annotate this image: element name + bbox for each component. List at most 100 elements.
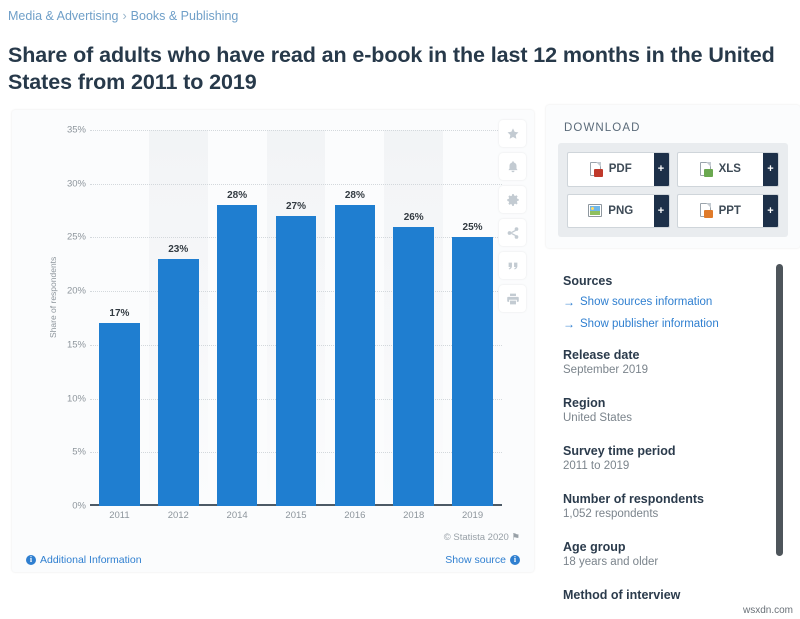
bar-value-label: 28% [344,190,365,202]
sources-field-1: Region United States [563,396,778,424]
page-root: Media & Advertising › Books & Publishing S… [0,0,800,619]
x-axis-tick-label: 2018 [403,510,425,521]
download-png-options-button[interactable]: + [653,194,669,227]
download-buttons-grid: PDF + XLS + PNG + PPT + [558,143,788,237]
sidebar-scrollbar-thumb[interactable] [776,264,783,556]
sources-link-1[interactable]: → Show publisher information [563,316,778,333]
png-image-icon [588,204,603,218]
x-axis-tick-label: 2016 [344,510,366,521]
additional-information-label: Additional Information [40,554,142,566]
download-ppt-main[interactable]: PPT [678,195,764,228]
bell-icon[interactable] [499,153,526,180]
download-pdf-main[interactable]: PDF [568,153,654,186]
y-axis-tick-label: 30% [66,178,86,190]
bar[interactable] [275,215,317,506]
ppt-file-icon [699,203,713,219]
show-source-label: Show source [445,554,506,566]
sources-field-5: Method of interview [563,588,778,604]
x-axis-tick-label: 2012 [167,510,189,521]
star-icon[interactable] [499,120,526,147]
sources-field-value: 1,052 respondents [563,508,659,520]
bar[interactable] [99,323,140,506]
arrow-right-icon: → [563,295,575,309]
gridline [90,183,502,185]
chart-toolbar [499,120,526,312]
y-axis-tick-label: 25% [66,231,86,243]
gridline [90,130,502,131]
flag-icon: ⚑ [511,532,520,543]
download-pdf-options-button[interactable]: + [653,153,669,186]
breadcrumb-item-category[interactable]: Media & Advertising [8,9,118,23]
download-section-title: DOWNLOAD [564,122,641,134]
bar[interactable] [334,205,376,506]
sources-field-value: September 2019 [563,364,649,376]
share-icon[interactable] [499,219,526,246]
download-xls-button[interactable]: XLS + [676,152,779,187]
sources-panel: Sources → Show sources information → Show pu… [546,258,800,619]
breadcrumb-item-subcategory[interactable]: Books & Publishing [131,9,239,23]
sources-field-4: Age group 18 years and older [563,540,778,568]
sources-field-label: Survey time period [563,444,676,458]
sources-field-value: 18 years and older [563,556,659,568]
bar[interactable] [452,237,493,506]
x-axis-tick-label: 2015 [285,510,307,521]
additional-information-link[interactable]: i Additional Information [26,554,142,566]
sources-field-2: Survey time period 2011 to 2019 [563,444,778,472]
copyright-notice: © Statista 2020 ⚑ [444,532,520,543]
sources-heading: Sources [563,274,613,288]
breadcrumb-separator: › [122,9,127,23]
pdf-file-icon [589,161,603,177]
gear-icon[interactable] [499,186,526,213]
bar-value-label: 26% [403,211,424,223]
arrow-right-icon: → [563,317,575,331]
download-ppt-button[interactable]: PPT + [676,193,779,228]
sources-field-label: Method of interview [563,588,681,602]
download-xls-main[interactable]: XLS [678,153,764,186]
breadcrumb: Media & Advertising › Books & Publishing [8,9,238,23]
sources-field-label: Release date [563,348,640,362]
sidebar-scrollbar-track[interactable] [776,258,783,619]
chart-footer: © Statista 2020 ⚑ i Additional Informati… [12,530,534,572]
info-icon: i [510,555,520,565]
copyright-text: © Statista 2020 [443,532,509,543]
sources-field-3: Number of respondents 1,052 respondents [563,492,778,520]
bar-chart: 17% 23% 28% 27% 28% 26% 25% [90,130,502,506]
sources-field-0: Release date September 2019 [563,348,778,376]
quote-icon[interactable] [499,252,526,279]
watermark: wsxdn.com [742,605,793,616]
bar[interactable] [216,205,258,506]
sources-link-label: Show publisher information [580,318,719,330]
print-icon[interactable] [499,285,526,312]
bar-value-label: 23% [168,243,189,255]
y-axis-title: Share of respondents [48,256,58,338]
download-xls-options-button[interactable]: + [763,153,778,186]
bar-value-label: 28% [227,190,248,202]
sources-field-label: Region [563,396,606,410]
x-axis-tick-label: 2019 [461,510,484,521]
sources-field-value: 2011 to 2019 [563,460,630,472]
download-png-main[interactable]: PNG [568,195,654,228]
download-png-button[interactable]: PNG + [567,193,670,228]
y-axis-tick-label: 5% [72,446,86,458]
sources-link-label: Show sources information [580,296,713,308]
y-axis-tick-label: 10% [66,393,86,405]
download-ppt-options-button[interactable]: + [763,194,778,227]
y-axis-tick-label: 0% [72,500,86,512]
xls-file-icon [699,161,713,177]
sources-field-label: Number of respondents [563,492,704,506]
bar[interactable] [157,258,199,506]
sources-link-0[interactable]: → Show sources information [563,294,778,311]
bar[interactable] [393,226,435,506]
bar-value-label: 17% [109,308,130,320]
bar-value-label: 25% [462,222,483,234]
info-icon: i [26,555,36,565]
download-format-label: PNG [608,204,634,217]
show-source-link[interactable]: Show source i [445,554,520,566]
x-axis-tick-label: 2014 [226,510,248,521]
y-axis-tick-label: 15% [66,339,86,351]
download-pdf-button[interactable]: PDF + [567,152,670,187]
download-format-label: XLS [718,163,741,176]
page-title: Share of adults who have read an e-book … [8,43,775,95]
download-format-label: PDF [608,163,632,176]
bar-value-label: 27% [285,200,306,212]
